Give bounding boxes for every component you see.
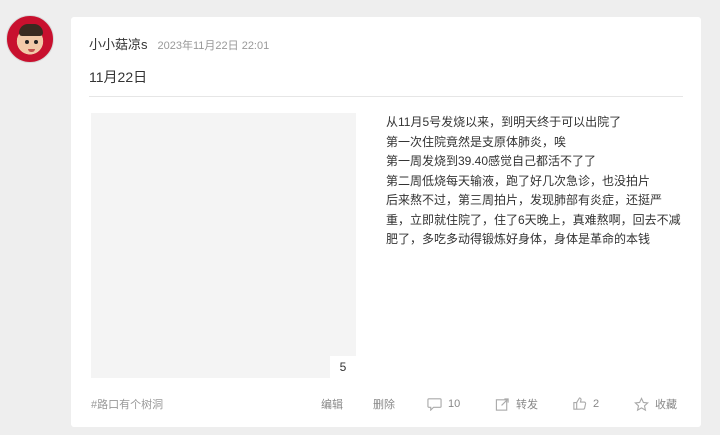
author-name[interactable]: 小小菇凉s bbox=[89, 34, 148, 53]
repost-button[interactable]: 转发 bbox=[495, 396, 538, 412]
post-title: 11月22日 bbox=[89, 69, 148, 85]
post-line: 后来熬不过，第三周拍片，发现肺部有炎症，还挺严重，立即就住院了，住了6天晚上，真… bbox=[386, 193, 681, 246]
divider bbox=[89, 96, 683, 97]
avatar[interactable] bbox=[6, 15, 54, 63]
post-line: 第二周低烧每天输液，跑了好几次急诊，也没拍片 bbox=[386, 173, 651, 188]
post-body: 从11月5号发烧以来，到明天终于可以出院了 第一次住院竟然是支原体肺炎，唉 第一… bbox=[386, 113, 682, 250]
thumbs-up-icon bbox=[573, 397, 587, 410]
favorite-label: 收藏 bbox=[655, 399, 677, 411]
avatar-mouth bbox=[28, 49, 35, 52]
delete-label: 删除 bbox=[373, 399, 395, 411]
avatar-eye bbox=[34, 40, 38, 44]
post-image[interactable]: 5 bbox=[91, 113, 356, 378]
topic-tag[interactable]: #路口有个树洞 bbox=[91, 396, 163, 412]
comment-count: 10 bbox=[448, 397, 461, 410]
edit-label: 编辑 bbox=[321, 399, 343, 411]
like-count: 2 bbox=[593, 397, 600, 410]
post-card: 小小菇凉s 2023年11月22日 22:01 11月22日 5 从11月5号发… bbox=[71, 17, 701, 427]
post-timestamp: 2023年11月22日 22:01 bbox=[157, 40, 270, 52]
post-footer: #路口有个树洞 编辑 删除 10 转发 2 收藏 bbox=[71, 393, 701, 417]
favorite-button[interactable]: 收藏 bbox=[634, 396, 677, 412]
image-count-badge: 5 bbox=[330, 356, 356, 378]
comment-button[interactable]: 10 bbox=[427, 396, 460, 411]
avatar-hair bbox=[19, 24, 43, 36]
repost-label: 转发 bbox=[516, 399, 538, 411]
star-icon bbox=[634, 396, 649, 411]
delete-button[interactable]: 删除 bbox=[373, 396, 395, 412]
repost-icon bbox=[495, 397, 509, 411]
post-line: 从11月5号发烧以来，到明天终于可以出院了 bbox=[386, 115, 622, 129]
post-line: 第一次住院竟然是支原体肺炎，唉 bbox=[386, 134, 567, 149]
post-header: 小小菇凉s 2023年11月22日 22:01 bbox=[89, 34, 269, 53]
comment-icon bbox=[427, 398, 442, 411]
edit-button[interactable]: 编辑 bbox=[321, 396, 343, 412]
post-line: 第一周发烧到39.40感觉自己都活不了了 bbox=[386, 154, 597, 168]
avatar-eye bbox=[25, 40, 29, 44]
like-button[interactable]: 2 bbox=[572, 396, 599, 411]
